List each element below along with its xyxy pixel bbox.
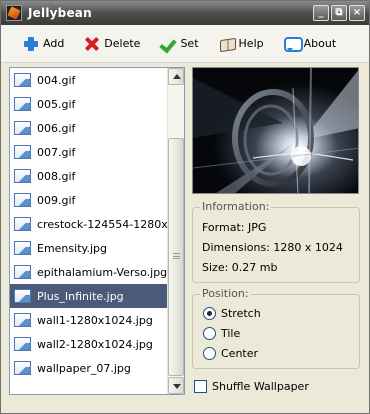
list-item[interactable]: epithalamium-Verso.jpg — [10, 260, 167, 284]
checkbox-icon — [194, 380, 207, 393]
file-rows: 004.gif 005.gif 006.gif 007.gif 008.gif 009.g… — [10, 68, 167, 380]
dimensions-text: Dimensions: 1280 x 1024 — [202, 241, 343, 254]
minimize-button[interactable]: _ — [313, 5, 329, 21]
help-label: Help — [238, 37, 264, 50]
speech-bubble-icon — [283, 36, 303, 52]
size-text: Size: 0.27 mb — [202, 261, 278, 274]
app-icon — [6, 5, 22, 21]
jellybean-window: Jellybean _ ⧉ × Add Delete Set Help Abou… — [0, 0, 370, 414]
file-name: 008.gif — [37, 169, 76, 183]
close-button[interactable]: × — [349, 5, 365, 21]
file-name: 009.gif — [37, 193, 76, 207]
file-name: 006.gif — [37, 121, 76, 135]
information-title: Information: — [200, 200, 272, 213]
list-item[interactable]: Emensity.jpg — [10, 236, 167, 260]
set-label: Set — [180, 37, 199, 50]
toolbar: Add Delete Set Help About — [1, 25, 369, 63]
radio-tile-label: Tile — [221, 327, 241, 340]
image-file-icon — [14, 217, 31, 231]
image-file-icon — [14, 313, 31, 327]
file-name: 005.gif — [37, 97, 76, 111]
image-file-icon — [14, 73, 31, 87]
file-name: wall1-1280x1024.jpg — [37, 313, 153, 327]
list-item[interactable]: crestock-124554-1280x960 — [10, 212, 167, 236]
scroll-up-arrow-icon[interactable] — [168, 68, 184, 85]
information-group: Information: Format: JPG Dimensions: 128… — [192, 200, 360, 283]
radio-button-icon — [203, 347, 216, 360]
image-file-icon — [14, 337, 31, 351]
position-group: Position: Stretch Tile Center — [192, 287, 360, 369]
file-name: 004.gif — [37, 73, 76, 87]
shuffle-wallpaper-label: Shuffle Wallpaper — [212, 380, 309, 393]
file-name: wall2-1280x1024.jpg — [37, 337, 153, 351]
about-button[interactable]: About — [283, 32, 337, 56]
list-item[interactable]: wall2-1280x1024.jpg — [10, 332, 167, 356]
image-file-icon — [14, 121, 31, 135]
help-button[interactable]: Help — [219, 32, 264, 56]
wallpaper-file-list[interactable]: 004.gif 005.gif 006.gif 007.gif 008.gif 009.g… — [9, 67, 185, 395]
list-item[interactable]: 006.gif — [10, 116, 167, 140]
radio-stretch[interactable]: Stretch — [203, 307, 261, 320]
grip-icon — [173, 253, 180, 259]
list-item[interactable]: 005.gif — [10, 92, 167, 116]
file-name: wallpaper_07.jpg — [37, 361, 131, 375]
delete-label: Delete — [104, 37, 141, 50]
file-name: epithalamium-Verso.jpg — [37, 265, 167, 279]
window-controls: _ ⧉ × — [313, 5, 365, 21]
delete-x-icon — [84, 36, 100, 52]
checkmark-icon — [160, 36, 176, 52]
file-name: Plus_Infinite.jpg — [37, 289, 124, 303]
radio-stretch-label: Stretch — [221, 307, 261, 320]
wallpaper-preview — [192, 67, 359, 194]
image-file-icon — [14, 145, 31, 159]
plus-icon — [23, 36, 39, 52]
list-item[interactable]: wall1-1280x1024.jpg — [10, 308, 167, 332]
radio-center-label: Center — [221, 347, 259, 360]
list-item[interactable]: Plus_Infinite.jpg — [10, 284, 167, 308]
window-title: Jellybean — [28, 6, 92, 20]
vertical-scrollbar[interactable] — [167, 68, 184, 394]
image-file-icon — [14, 241, 31, 255]
image-file-icon — [14, 193, 31, 207]
restore-button[interactable]: ⧉ — [331, 5, 347, 21]
delete-button[interactable]: Delete — [84, 32, 140, 56]
add-label: Add — [43, 37, 65, 50]
add-button[interactable]: Add — [23, 32, 64, 56]
image-file-icon — [14, 97, 31, 111]
image-file-icon — [14, 265, 31, 279]
image-file-icon — [14, 169, 31, 183]
list-item[interactable]: wallpaper_07.jpg — [10, 356, 167, 380]
position-title: Position: — [200, 287, 251, 300]
list-item[interactable]: 008.gif — [10, 164, 167, 188]
scrollbar-thumb[interactable] — [168, 138, 184, 376]
radio-tile[interactable]: Tile — [203, 327, 240, 340]
image-file-icon — [14, 361, 31, 375]
image-file-icon — [14, 289, 31, 303]
file-name: Emensity.jpg — [37, 241, 107, 255]
radio-button-icon — [203, 307, 216, 320]
shuffle-wallpaper-checkbox[interactable]: Shuffle Wallpaper — [194, 380, 309, 393]
radio-center[interactable]: Center — [203, 347, 258, 360]
list-item[interactable]: 009.gif — [10, 188, 167, 212]
file-name: 007.gif — [37, 145, 76, 159]
about-label: About — [303, 37, 337, 50]
scroll-down-arrow-icon[interactable] — [168, 377, 184, 394]
list-item[interactable]: 007.gif — [10, 140, 167, 164]
book-icon — [219, 36, 235, 52]
set-button[interactable]: Set — [160, 32, 198, 56]
preview-image — [193, 68, 358, 193]
title-bar[interactable]: Jellybean _ ⧉ × — [1, 1, 369, 25]
format-text: Format: JPG — [202, 221, 267, 234]
radio-button-icon — [203, 327, 216, 340]
list-item[interactable]: 004.gif — [10, 68, 167, 92]
file-name: crestock-124554-1280x960 — [37, 217, 167, 231]
